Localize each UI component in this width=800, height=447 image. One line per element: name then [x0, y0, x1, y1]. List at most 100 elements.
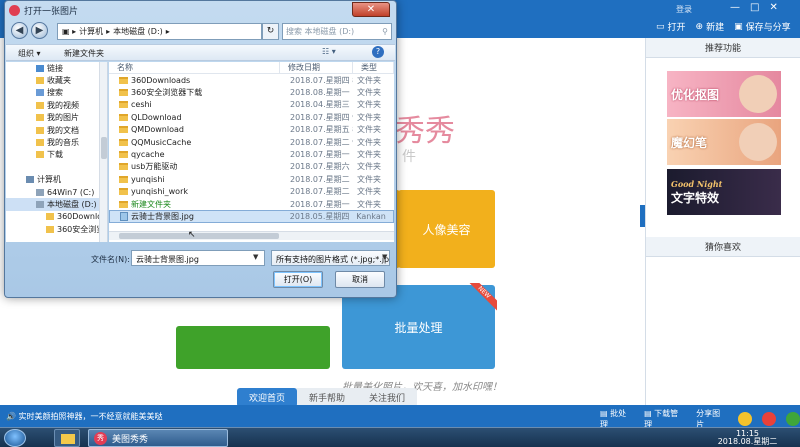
folder-icon: [119, 188, 128, 196]
forward-button[interactable]: ▶: [31, 22, 48, 39]
drive-icon: [36, 188, 44, 196]
horizontal-scrollbar[interactable]: [109, 231, 394, 240]
file-name: ceshi: [131, 100, 152, 110]
nav-item[interactable]: 搜索: [6, 87, 107, 99]
nav-item-label: 360安全浏览: [57, 224, 105, 234]
promo-cutout[interactable]: 优化抠图: [667, 71, 781, 117]
nav-item[interactable]: 我的图片: [6, 112, 107, 124]
file-row[interactable]: yunqishi_work 2018.07.星期二 1... 文件夹: [109, 186, 394, 198]
breadcrumb-drive-d[interactable]: 本地磁盘 (D:): [113, 26, 163, 37]
folder-icon: [119, 138, 128, 146]
new-folder-button[interactable]: 新建文件夹: [64, 48, 104, 59]
file-type: 文件夹: [357, 125, 381, 135]
promo-magic-pen[interactable]: 魔幻笔: [667, 119, 781, 165]
promo-text-effect[interactable]: Good Night 文字特效: [667, 169, 781, 215]
meitu-logo-icon: [9, 5, 20, 16]
promo-photo: [739, 123, 777, 161]
chevron-down-icon[interactable]: ▼: [253, 253, 258, 261]
nav-item[interactable]: 我的音乐: [6, 136, 107, 148]
app-logo-subtext: 件: [402, 149, 416, 165]
system-clock[interactable]: 11:15 2018.08.星期二: [700, 430, 795, 446]
tile-green[interactable]: [176, 326, 330, 369]
folder-icon: [36, 151, 44, 159]
view-options-button[interactable]: ☷ ▾: [322, 47, 336, 56]
nav-item[interactable]: 64Win7 (C:): [6, 186, 107, 198]
file-row[interactable]: yunqishi 2018.07.星期二 1... 文件夹: [109, 173, 394, 185]
chevron-down-icon[interactable]: ▼: [382, 253, 387, 261]
folder-icon: [119, 101, 128, 109]
search-icon: [36, 89, 44, 97]
nav-item[interactable]: 360Downlo: [6, 211, 107, 223]
taskbar-explorer-icon[interactable]: [54, 429, 80, 447]
app-logo-text: 秀秀: [395, 114, 455, 149]
refresh-button[interactable]: ↻: [262, 23, 279, 40]
nav-item[interactable]: 我的视频: [6, 99, 107, 111]
file-date: 2018.07.星期一 1...: [290, 199, 353, 209]
open-file-button[interactable]: 打开(O): [273, 271, 323, 288]
file-row[interactable]: qycache 2018.07.星期一 1... 文件夹: [109, 148, 394, 160]
file-name-cell: 360安全浏览器下载: [109, 87, 280, 98]
nav-item[interactable]: 下载: [6, 149, 107, 161]
column-name[interactable]: 名称: [109, 62, 280, 73]
maximize-button[interactable]: □: [750, 2, 759, 13]
file-type: 文件夹: [357, 199, 381, 209]
file-row[interactable]: QQMusicCache 2018.07.星期二 9... 文件夹: [109, 136, 394, 148]
file-name: qycache: [131, 150, 165, 160]
organize-menu[interactable]: 组织 ▾: [18, 48, 41, 59]
tile-batch-label: 批量处理: [394, 320, 443, 335]
new-button[interactable]: ⊕ 新建: [696, 20, 725, 34]
file-type: 文件夹: [357, 174, 381, 184]
file-row[interactable]: 新建文件夹 2018.07.星期一 1... 文件夹: [109, 198, 394, 210]
star-icon[interactable]: [738, 412, 753, 426]
login-link[interactable]: 登录: [676, 4, 692, 15]
address-bar[interactable]: ▣ ▸ 计算机 ▸ 本地磁盘 (D:) ▸: [57, 23, 262, 40]
wechat-icon[interactable]: [786, 412, 800, 426]
file-date: 2018.07.星期四 9...: [290, 112, 353, 122]
file-row[interactable]: QLDownload 2018.07.星期四 9... 文件夹: [109, 111, 394, 123]
save-share-button[interactable]: ▣ 保存与分享: [734, 20, 791, 34]
cancel-button[interactable]: 取消: [335, 271, 385, 288]
file-row[interactable]: 云骑士背景图.jpg 2018.05.星期四 1...Kankan: [109, 210, 394, 223]
help-icon[interactable]: ?: [372, 46, 384, 58]
column-type[interactable]: 类型: [353, 62, 394, 73]
nav-item-label: 链接: [47, 63, 63, 73]
file-list-header: 名称 修改日期 类型: [109, 62, 394, 74]
taskbar-meitu-button[interactable]: 秀 美图秀秀: [88, 429, 228, 447]
search-input[interactable]: 搜索 本地磁盘 (D:) ⚲: [282, 23, 392, 40]
tile-portrait-label: 人像美容: [422, 222, 471, 237]
file-row[interactable]: QMDownload 2018.07.星期五 8... 文件夹: [109, 124, 394, 136]
file-row[interactable]: usb万能驱动 2018.07.星期六 1... 文件夹: [109, 161, 394, 173]
tile-portrait[interactable]: 人像美容: [398, 190, 495, 268]
breadcrumb-computer[interactable]: 计算机: [79, 26, 103, 37]
open-button[interactable]: ▭ 打开: [656, 20, 686, 34]
scroll-thumb[interactable]: [101, 137, 107, 159]
close-button[interactable]: ✕: [769, 2, 777, 13]
minimize-button[interactable]: —: [730, 2, 740, 13]
nav-item[interactable]: 360安全浏览: [6, 223, 107, 235]
save-icon: ▣: [734, 21, 743, 32]
promo-goodnight-text: Good Night: [671, 178, 723, 189]
nav-item[interactable]: 我的文档: [6, 124, 107, 136]
status-tip[interactable]: 🔊 实时美颜拍照神器，一不经意就能美美哒: [6, 411, 163, 422]
filename-input[interactable]: 云骑士背景图.jpg: [131, 250, 265, 266]
image-file-icon: [120, 212, 128, 221]
filetype-select[interactable]: 所有支持的图片格式 (*.jpg;*.jp: [271, 250, 390, 266]
start-button[interactable]: [4, 429, 26, 447]
file-row[interactable]: ceshi 2018.04.星期三 1... 文件夹: [109, 99, 394, 111]
nav-item[interactable]: 本地磁盘 (D:): [6, 198, 107, 211]
file-row[interactable]: 360安全浏览器下载 2018.08.星期一 1... 文件夹: [109, 86, 394, 98]
weibo-icon[interactable]: [762, 412, 777, 426]
file-row[interactable]: 360Downloads 2018.07.星期四 8... 文件夹: [109, 74, 394, 86]
chevron-right-icon: ▸: [165, 27, 170, 36]
scroll-thumb[interactable]: [119, 233, 279, 239]
nav-scrollbar[interactable]: [99, 62, 107, 242]
nav-item[interactable]: 链接: [6, 62, 107, 74]
nav-item[interactable]: 收藏夹: [6, 74, 107, 86]
nav-item-label: 我的文档: [47, 125, 79, 135]
back-button[interactable]: ◀: [11, 22, 28, 39]
computer-icon: ▣ ▸: [62, 27, 77, 36]
file-name-cell: qycache: [109, 150, 280, 159]
column-date[interactable]: 修改日期: [280, 62, 353, 73]
dialog-close-button[interactable]: ✕: [352, 2, 390, 17]
nav-item[interactable]: 计算机: [6, 174, 107, 186]
